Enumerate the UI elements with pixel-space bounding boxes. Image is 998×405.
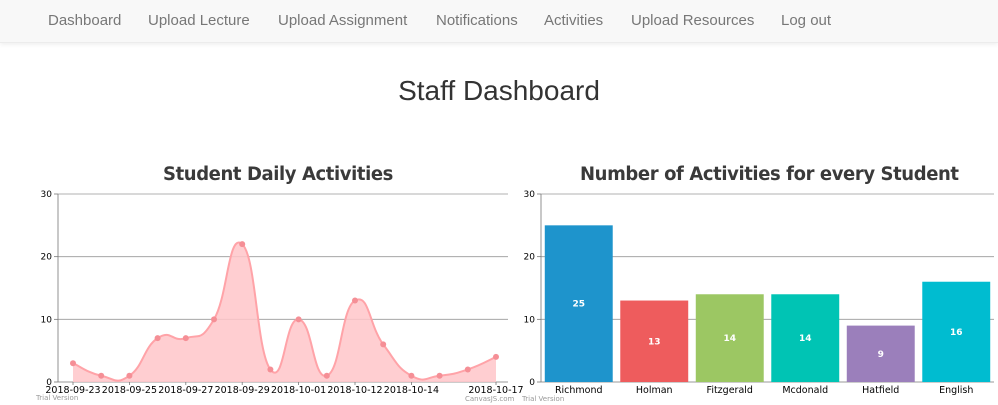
line-chart-x-tick-label: 2018-09-27 — [158, 385, 213, 396]
line-chart-point-2018-10-01 — [295, 316, 302, 323]
bar-chart-y-tick-label: 10 — [524, 315, 536, 325]
bar-value-label-holman: 13 — [648, 337, 661, 347]
line-chart-x-tick-label: 2018-09-25 — [102, 385, 157, 396]
line-chart-point-2018-10-11 — [323, 372, 330, 379]
line-chart-point-2018-10-12 — [352, 297, 358, 304]
line-chart-point-2018-09-23 — [70, 360, 76, 367]
bar-category-label-english: English — [939, 385, 973, 396]
bar-category-label-mcdonald: Mcdonald — [782, 385, 828, 396]
line-chart-y-tick-label: 10 — [41, 315, 53, 325]
line-chart-area-fill — [73, 242, 496, 382]
line-chart-point-2018-09-24 — [98, 372, 105, 379]
bar-value-label-mcdonald: 14 — [799, 334, 812, 344]
bar-value-label-hatfield: 9 — [878, 350, 884, 360]
line-chart-point-2018-09-27 — [182, 335, 189, 342]
line-chart-point-2018-09-30 — [267, 366, 274, 373]
line-chart-point-2018-10-13 — [380, 341, 387, 348]
bar-value-label-fitzgerald: 14 — [723, 334, 736, 344]
line-chart-point-2018-10-16 — [464, 366, 471, 373]
line-chart-y-tick-label: 20 — [41, 253, 53, 263]
bar-chart-y-tick-label: 30 — [524, 190, 536, 200]
line-chart-x-tick-label: 2018-09-29 — [215, 385, 270, 396]
bar-chart-y-tick-label: 0 — [529, 378, 535, 388]
line-chart-x-tick-label: 2018-10-14 — [384, 385, 439, 396]
bar-value-label-richmond: 25 — [572, 300, 585, 310]
line-chart-x-tick-label: 2018-10-12 — [327, 385, 382, 396]
bar-category-label-fitzgerald: Fitzgerald — [707, 385, 753, 396]
bar-category-label-holman: Holman — [636, 385, 673, 396]
line-chart-point-2018-09-29 — [239, 241, 246, 248]
line-chart-point-2018-10-14 — [408, 372, 415, 379]
bar-value-label-english: 16 — [950, 328, 963, 338]
line-chart-trial-watermark: Trial Version — [35, 394, 78, 402]
line-chart-point-2018-10-15 — [436, 372, 443, 379]
line-chart-x-tick-label: 2018-10-01 — [271, 385, 326, 396]
line-chart-point-2018-09-26 — [154, 335, 161, 342]
bar-category-label-hatfield: Hatfield — [862, 385, 899, 396]
line-chart-y-tick-label: 30 — [41, 190, 53, 200]
bar-chart-trial-watermark: Trial Version — [521, 395, 564, 403]
canvasjs-credit-link: CanvasJS.com — [465, 395, 515, 403]
line-chart-point-2018-09-25 — [126, 372, 133, 379]
line-chart-point-2018-09-28 — [211, 316, 217, 323]
bar-chart-y-tick-label: 20 — [524, 253, 536, 263]
line-chart-point-2018-10-17 — [493, 353, 499, 360]
charts-canvas: 01020302018-09-23 2018-09-25 2018-09-27 201… — [35, 190, 994, 403]
